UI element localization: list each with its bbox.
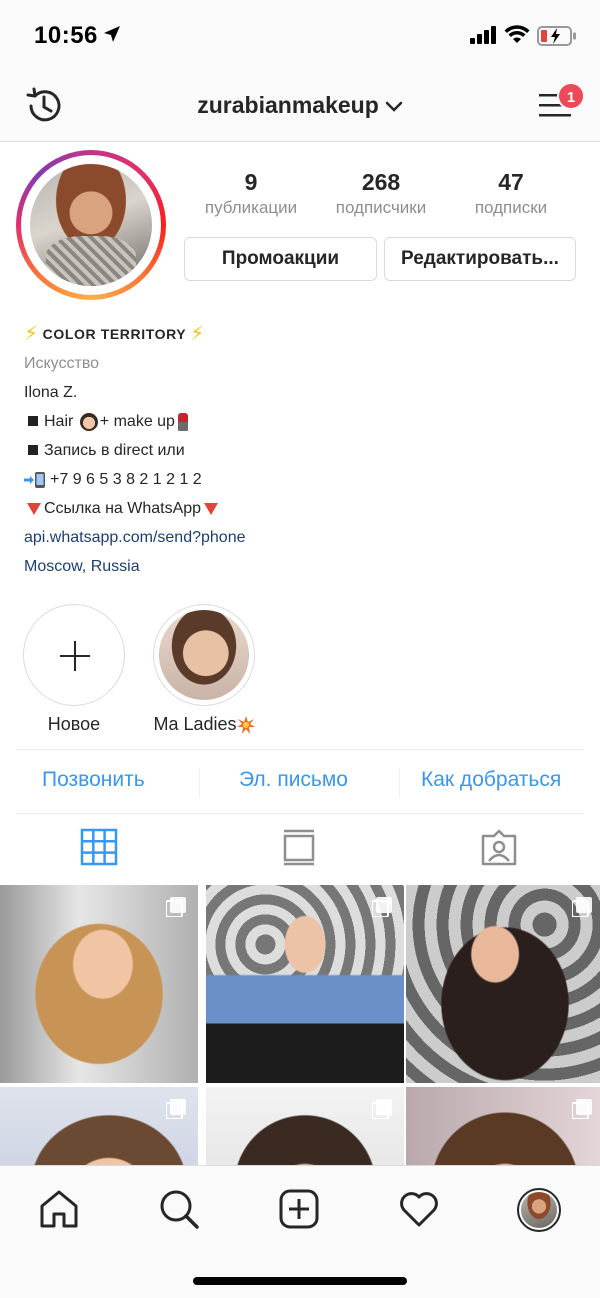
bio-phone: +7 9 6 5 3 8 2 1 2 1 2 bbox=[50, 471, 202, 488]
posts-label: публикации bbox=[204, 198, 298, 217]
highlight-label: Ma Ladies bbox=[152, 714, 256, 735]
grid-view-icon[interactable] bbox=[80, 828, 118, 866]
wifi-icon bbox=[504, 25, 530, 43]
haircut-icon bbox=[79, 412, 98, 431]
cellular-signal-icon bbox=[470, 26, 496, 44]
activity-heart-icon[interactable] bbox=[398, 1188, 440, 1230]
username-switcher[interactable]: zurabianmakeup bbox=[0, 92, 600, 119]
bio-hair-line: Hair + make up bbox=[24, 407, 584, 436]
profile-tab-avatar[interactable] bbox=[517, 1188, 561, 1232]
followers-count: 268 bbox=[361, 169, 401, 195]
bio-booking-line: Запись в direct или bbox=[24, 436, 584, 465]
divider bbox=[399, 768, 400, 798]
username-title: zurabianmakeup bbox=[197, 92, 379, 118]
lipstick-icon bbox=[177, 412, 188, 431]
red-triangle-icon bbox=[27, 502, 41, 515]
divider bbox=[199, 768, 200, 798]
post-thumbnail[interactable] bbox=[206, 1087, 404, 1165]
carousel-icon bbox=[572, 1099, 592, 1119]
post-thumbnail[interactable] bbox=[0, 1087, 198, 1165]
promotions-button[interactable]: Промоакции bbox=[184, 237, 377, 281]
home-icon[interactable] bbox=[38, 1188, 80, 1230]
bio-location-link[interactable]: Moscow, Russia bbox=[24, 552, 584, 581]
lightning-icon: ⚡ bbox=[190, 323, 205, 345]
new-highlight-circle bbox=[23, 604, 125, 706]
email-button[interactable]: Эл. письмо bbox=[239, 768, 348, 792]
profile-stats: 9 публикации 268 подписчики 47 подписки bbox=[186, 168, 576, 218]
highlight-cover bbox=[153, 604, 255, 706]
tagged-photos-icon[interactable] bbox=[480, 828, 518, 866]
profile-avatar[interactable] bbox=[16, 150, 166, 300]
profile-tabs bbox=[0, 828, 600, 872]
contact-actions: Позвонить Эл. письмо Как добраться bbox=[0, 768, 600, 798]
highlight-ma-ladies[interactable]: Ma Ladies bbox=[152, 604, 256, 735]
carousel-icon bbox=[372, 897, 392, 917]
black-square-icon bbox=[28, 445, 38, 456]
chevron-down-icon bbox=[385, 101, 402, 112]
bio-website-link[interactable]: api.whatsapp.com/send?phone bbox=[24, 523, 584, 552]
profile-header: zurabianmakeup 1 bbox=[0, 72, 600, 142]
lightning-icon: ⚡ bbox=[24, 323, 39, 345]
avatar-photo bbox=[30, 164, 152, 286]
carousel-icon bbox=[166, 1099, 186, 1119]
posts-grid bbox=[0, 885, 600, 1165]
following-stat[interactable]: 47 подписки bbox=[446, 168, 576, 218]
phone-arrow-icon bbox=[24, 471, 45, 488]
home-indicator bbox=[193, 1277, 407, 1285]
followers-stat[interactable]: 268 подписчики bbox=[316, 168, 446, 218]
profile-bio: ⚡ COLOR TERRITORY ⚡ Искусство Ilona Z. H… bbox=[24, 320, 584, 581]
edit-profile-button[interactable]: Редактировать... bbox=[384, 237, 576, 281]
posts-stat[interactable]: 9 публикации bbox=[186, 168, 316, 218]
notification-badge: 1 bbox=[557, 82, 585, 110]
divider bbox=[16, 813, 584, 814]
bio-phone-line: +7 9 6 5 3 8 2 1 2 1 2 bbox=[24, 465, 584, 494]
search-icon[interactable] bbox=[158, 1188, 200, 1230]
bottom-tab-bar bbox=[0, 1165, 600, 1298]
bio-name: Ilona Z. bbox=[24, 384, 78, 401]
new-post-icon[interactable] bbox=[278, 1188, 320, 1230]
posts-count: 9 bbox=[244, 169, 258, 195]
bio-title-line: ⚡ COLOR TERRITORY ⚡ bbox=[24, 320, 584, 349]
bio-whatsapp-line: Ссылка на WhatsApp bbox=[24, 494, 584, 523]
status-time: 10:56 bbox=[34, 22, 98, 49]
status-bar: 10:56 bbox=[0, 0, 600, 72]
directions-button[interactable]: Как добраться bbox=[421, 768, 561, 792]
following-label: подписки bbox=[474, 198, 548, 217]
carousel-icon bbox=[166, 897, 186, 917]
post-thumbnail[interactable] bbox=[206, 885, 404, 1083]
collision-icon bbox=[236, 716, 255, 735]
battery-charging-icon bbox=[537, 26, 576, 46]
divider bbox=[16, 749, 584, 750]
carousel-icon bbox=[572, 897, 592, 917]
black-square-icon bbox=[28, 416, 38, 427]
red-triangle-icon bbox=[204, 502, 219, 515]
following-count: 47 bbox=[498, 169, 524, 195]
highlight-label: Новое bbox=[47, 714, 101, 734]
bio-title: COLOR TERRITORY bbox=[42, 326, 187, 342]
highlight-new[interactable]: Новое bbox=[22, 604, 126, 735]
post-thumbnail[interactable] bbox=[406, 1087, 600, 1165]
post-thumbnail[interactable] bbox=[0, 885, 198, 1083]
post-thumbnail[interactable] bbox=[406, 885, 600, 1083]
carousel-icon bbox=[372, 1099, 392, 1119]
feed-view-icon[interactable] bbox=[280, 828, 318, 866]
bio-category: Искусство bbox=[24, 355, 100, 372]
location-arrow-icon bbox=[104, 26, 120, 42]
call-button[interactable]: Позвонить bbox=[42, 768, 145, 792]
followers-label: подписчики bbox=[335, 198, 427, 217]
